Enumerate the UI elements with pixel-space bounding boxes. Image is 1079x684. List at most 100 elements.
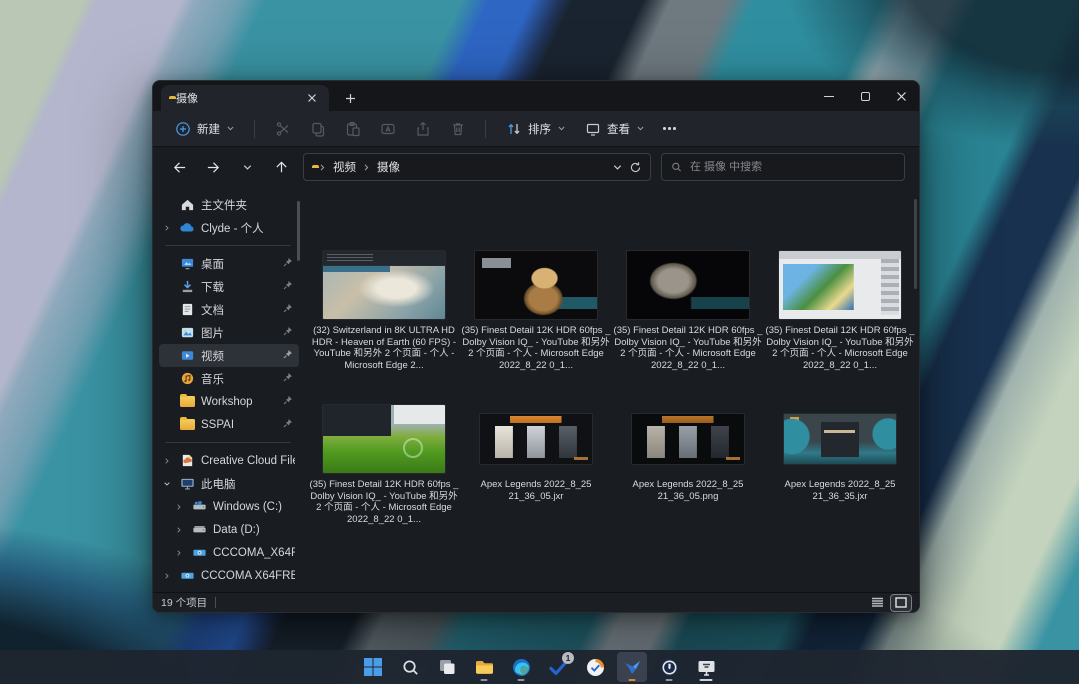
content-scrollbar[interactable] [914,199,917,289]
sort-button[interactable]: 排序 [498,115,573,142]
sidebar-item-creative-cloud[interactable]: Creative Cloud Files [159,449,299,472]
navigation-pane: 主文件夹 Clyde - 个人 桌面 下载 [153,187,301,592]
chevron-down-icon [557,124,566,133]
rename-button[interactable] [372,115,403,142]
breadcrumb-videos[interactable]: 视频 [333,159,356,175]
forward-button[interactable] [201,155,225,179]
sidebar-item-this-pc[interactable]: 此电脑 [159,472,299,495]
minimize-button[interactable] [811,81,847,111]
sidebar-item-desktop[interactable]: 桌面 [159,252,299,275]
sidebar-item-workshop[interactable]: Workshop [159,390,299,413]
password-manager-button[interactable] [654,652,684,682]
file-thumbnail [779,251,901,319]
sidebar-item-windows-c[interactable]: Windows (C:) [159,495,299,518]
active-indicator [700,679,713,682]
new-icon [174,120,191,137]
file-item[interactable]: Apex Legends 2022_8_25 21_36_35.jxr [765,403,915,525]
breadcrumb-camera[interactable]: 摄像 [377,159,400,175]
sidebar-item-music[interactable]: 音乐 [159,367,299,390]
pin-icon [283,418,295,431]
blue-app-icon [622,657,643,678]
details-view-toggle[interactable] [867,595,887,611]
pin-icon [283,257,295,270]
sidebar-item-cccoma-drive-2[interactable]: CCCOMA X64FRE ZH-C [159,564,299,587]
sidebar-item-home[interactable]: 主文件夹 [159,193,299,216]
explorer-tab[interactable]: 摄像 [161,85,329,111]
sidebar-item-documents[interactable]: 文档 [159,298,299,321]
videos-icon [179,348,195,364]
file-explorer-button[interactable] [469,652,499,682]
sidebar-item-data-d[interactable]: Data (D:) [159,518,299,541]
file-explorer-window: 摄像 新建 [152,80,920,613]
view-button[interactable]: 查看 [577,115,652,142]
cut-icon [274,120,291,137]
sidebar-item-pictures[interactable]: 图片 [159,321,299,344]
remote-display-button[interactable] [691,652,721,682]
copy-button[interactable] [302,115,333,142]
file-item[interactable]: (35) Finest Detail 12K HDR 60fps _ Dolby… [765,249,915,371]
file-thumbnail [784,414,896,464]
edge-button[interactable] [506,652,536,682]
search-input[interactable] [690,161,895,173]
thumbnail-view-icon [895,597,907,608]
share-button[interactable] [407,115,438,142]
new-tab-button[interactable] [341,89,359,107]
file-item[interactable]: (35) Finest Detail 12K HDR 60fps _ Dolby… [309,403,459,525]
chevron-right-icon [362,163,371,172]
breadcrumb[interactable]: 视频 摄像 [303,153,651,181]
refresh-icon[interactable] [629,161,642,174]
maximize-button[interactable] [847,81,883,111]
file-item[interactable]: Apex Legends 2022_8_25 21_36_05.png [613,403,763,525]
documents-icon [179,302,195,318]
maximize-icon [861,92,870,101]
sort-icon [505,120,522,137]
clock-app-button[interactable] [580,652,610,682]
paste-button[interactable] [337,115,368,142]
delete-button[interactable] [442,115,473,142]
start-button[interactable] [358,652,388,682]
file-item[interactable]: (32) Switzerland in 8K ULTRA HD HDR - He… [309,249,459,371]
sidebar-scrollbar[interactable] [297,201,300,261]
search-box[interactable] [661,153,905,181]
drive-usb-icon [191,545,207,561]
sidebar-item-videos[interactable]: 视频 [159,344,299,367]
file-item[interactable]: (35) Finest Detail 12K HDR 60fps _ Dolby… [461,249,611,371]
minimize-icon [824,96,834,97]
running-indicator [481,679,488,682]
back-button[interactable] [167,155,191,179]
thumbnail-view-toggle[interactable] [891,595,911,611]
search-button[interactable] [395,652,425,682]
sidebar-item-cccoma-drive[interactable]: CCCOMA_X64FRE_ZH- [159,541,299,564]
tab-title: 摄像 [176,90,296,106]
cut-button[interactable] [267,115,298,142]
file-thumbnail [480,414,592,464]
sidebar-item-sspai[interactable]: SSPAI [159,413,299,436]
file-thumbnail [627,251,749,319]
status-bar: 19 个项目 [153,592,919,612]
chevron-right-icon [163,572,171,580]
file-item[interactable]: (35) Finest Detail 12K HDR 60fps _ Dolby… [613,249,763,371]
task-view-button[interactable] [432,652,462,682]
sidebar-item-downloads[interactable]: 下载 [159,275,299,298]
new-button[interactable]: 新建 [167,115,242,142]
sidebar-item-onedrive[interactable]: Clyde - 个人 [159,216,299,239]
address-dropdown-icon[interactable] [612,162,623,173]
recent-locations-button[interactable] [235,155,259,179]
todo-button[interactable]: 1 [543,652,573,682]
drive-windows-icon [191,499,207,515]
pin-icon [283,280,295,293]
close-tab-icon[interactable] [303,89,321,107]
more-options-button[interactable] [656,122,683,135]
drive-usb-icon [179,568,195,584]
chevron-down-icon [163,480,171,488]
file-item[interactable]: Apex Legends 2022_8_25 21_36_05.jxr [461,403,611,525]
pin-icon [283,395,295,408]
close-button[interactable] [883,81,919,111]
file-name: Apex Legends 2022_8_25 21_36_05.png [614,479,763,502]
blue-app-button[interactable] [617,652,647,682]
file-explorer-icon [474,657,495,678]
title-bar-drag-region[interactable] [359,81,811,111]
windows-start-icon [363,657,383,677]
up-button[interactable] [269,155,293,179]
chevron-down-icon [242,162,253,173]
